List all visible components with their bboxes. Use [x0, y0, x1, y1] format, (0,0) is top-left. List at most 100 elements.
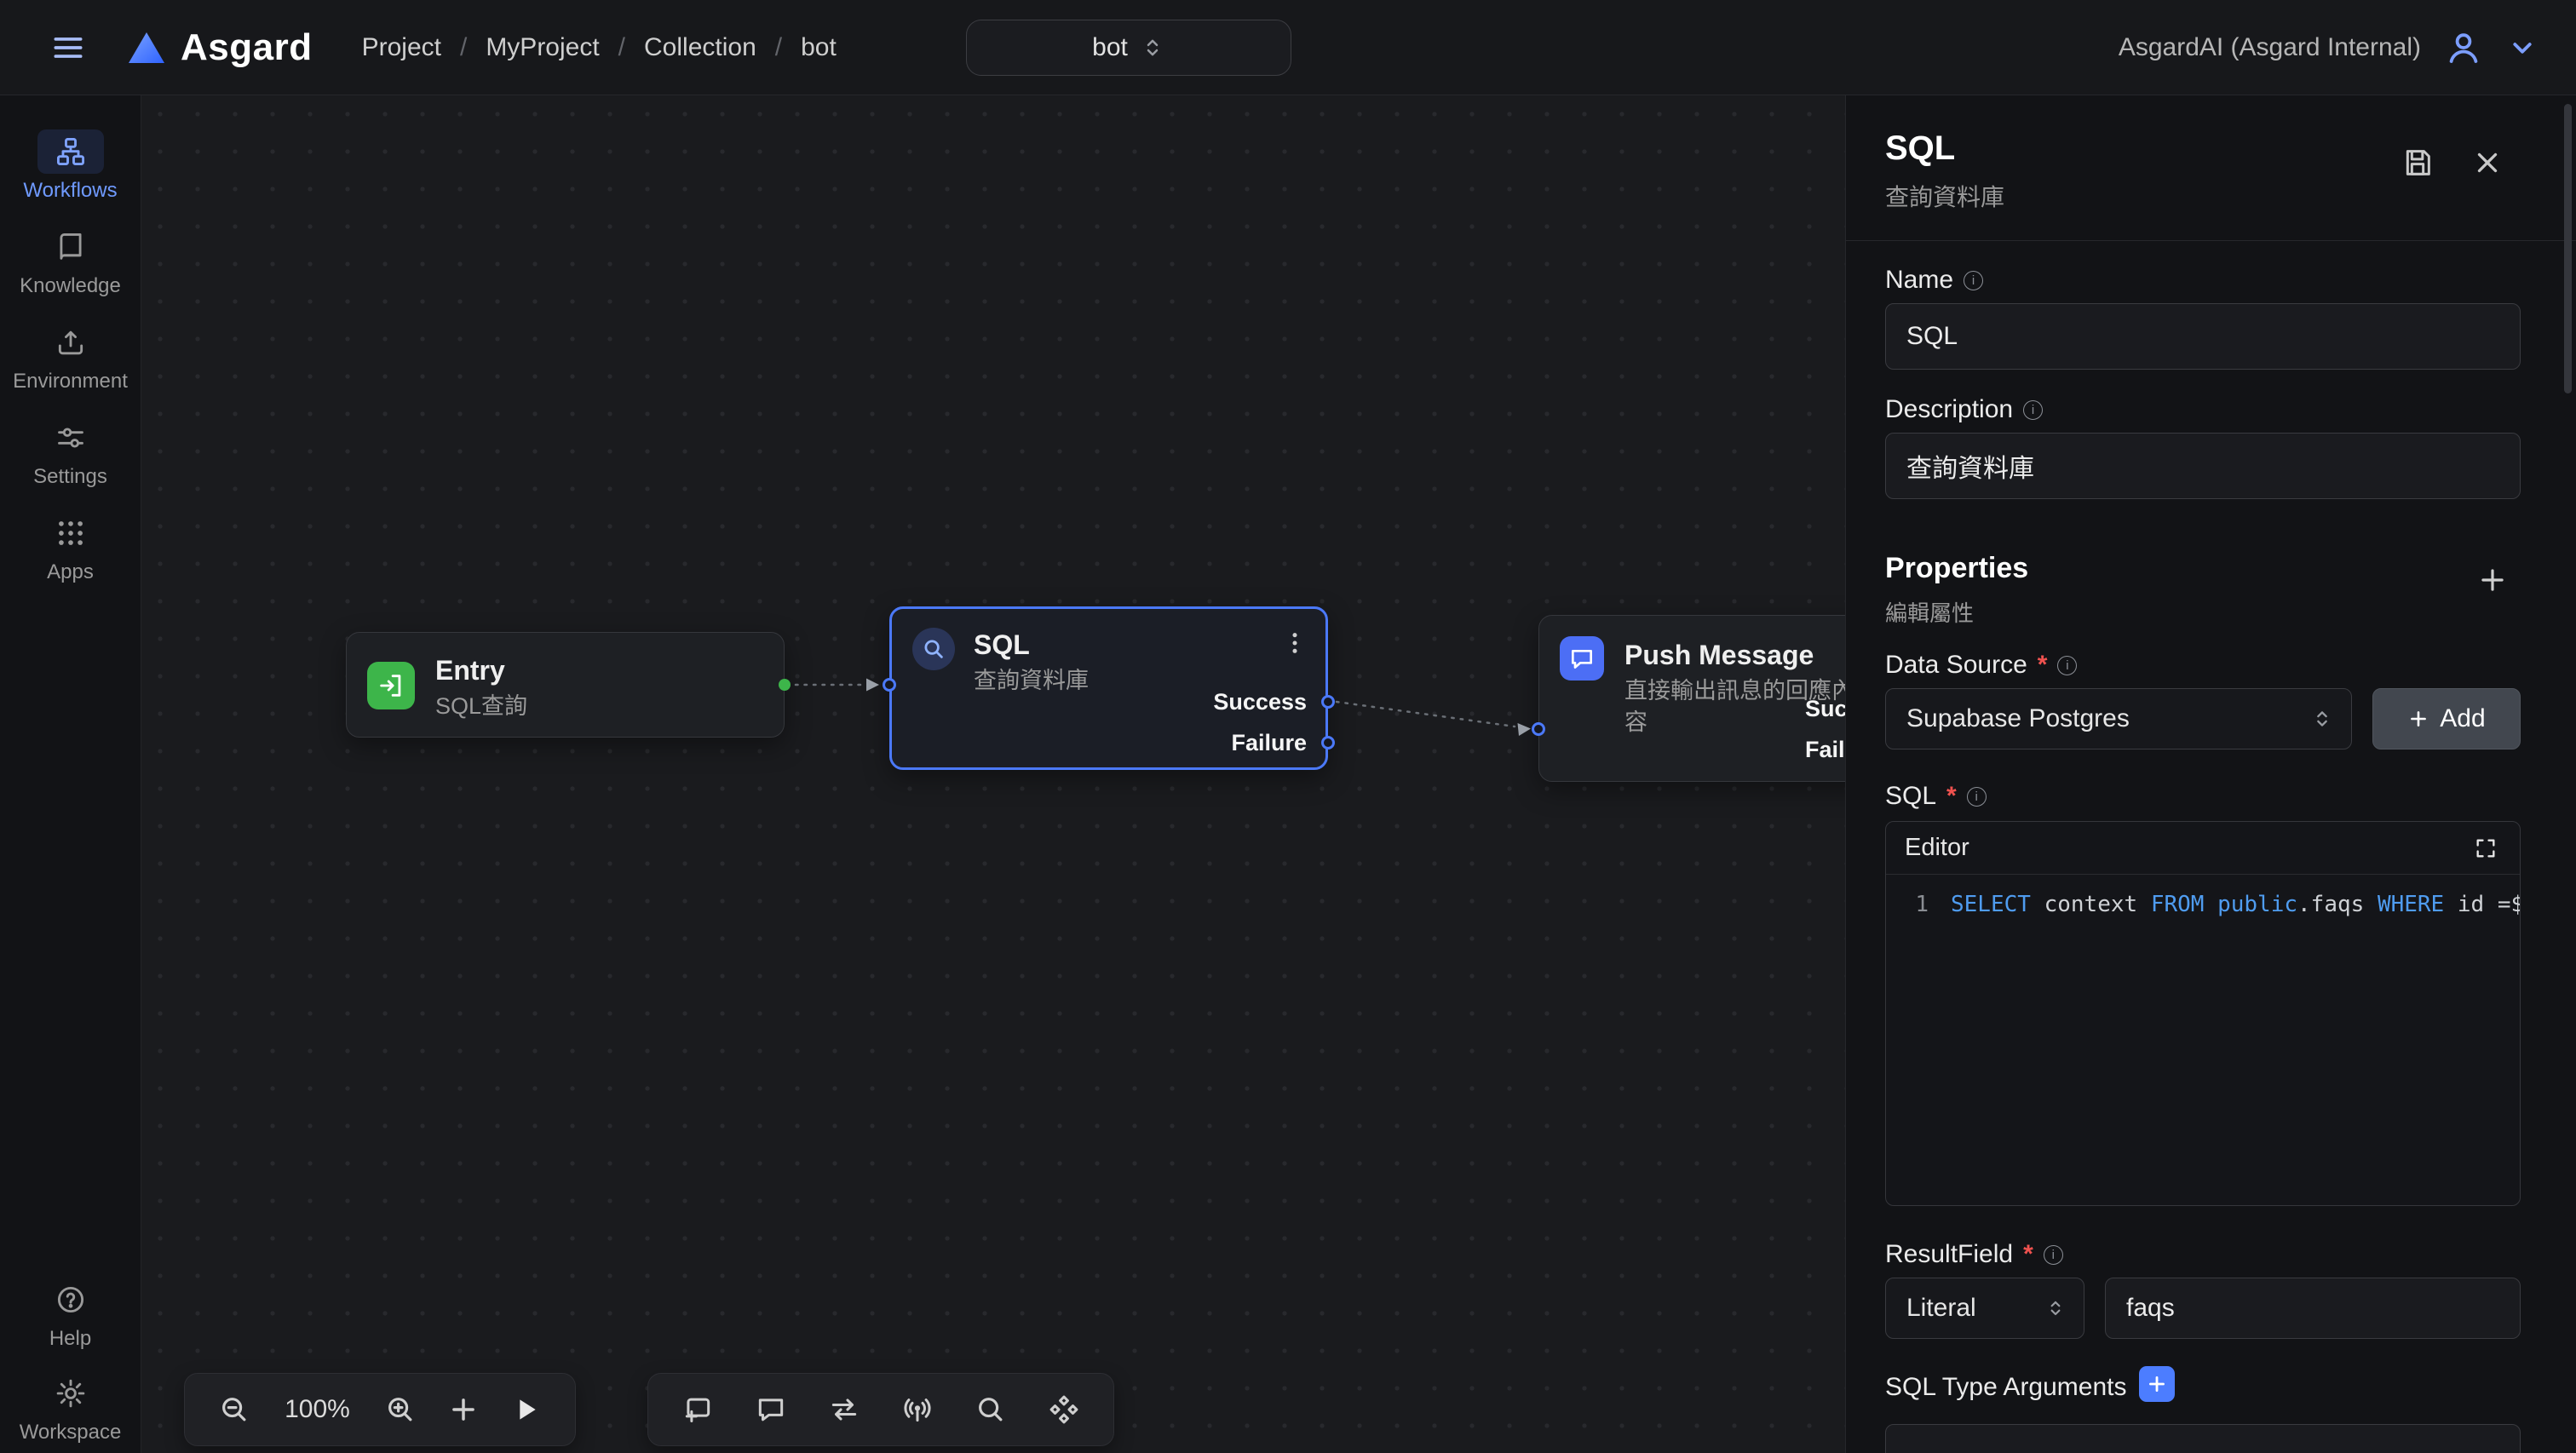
chevron-down-icon[interactable] [2506, 32, 2539, 64]
code-token: SELECT [1951, 892, 2031, 917]
knowledge-icon [37, 225, 104, 269]
sidebar-item-workflows[interactable]: Workflows [3, 129, 138, 203]
run-workflow-button[interactable] [505, 1389, 546, 1430]
node-menu-kebab-icon[interactable] [1279, 626, 1310, 660]
sidebar-item-environment[interactable]: Environment [3, 320, 138, 393]
breadcrumb-myproject[interactable]: MyProject [486, 33, 599, 62]
result-field-type-value: Literal [1906, 1294, 1976, 1323]
line-number: 1 [1886, 887, 1951, 922]
sidebar-item-label: Workflows [23, 179, 117, 203]
save-icon[interactable] [2398, 143, 2437, 182]
node-title: Entry [435, 655, 505, 686]
sidebar-item-settings[interactable]: Settings [3, 416, 138, 489]
settings-sliders-icon [37, 416, 104, 460]
field-label-text: Data Source [1885, 651, 2027, 680]
top-navbar: Asgard Project / MyProject / Collection … [0, 0, 2576, 95]
sidebar-item-workspace[interactable]: Workspace [3, 1371, 138, 1444]
plus-icon [2146, 1373, 2168, 1395]
asgard-logo[interactable]: Asgard [126, 26, 313, 69]
node-title: SQL [974, 629, 1030, 661]
node-entry[interactable]: Entry SQL查詢 [346, 632, 785, 738]
code-token: .faqs [2297, 892, 2378, 917]
zoom-out-button[interactable] [214, 1389, 255, 1430]
field-label-text: SQL [1885, 782, 1936, 811]
code-line-1[interactable]: 1 SELECT context FROM public.faqs WHERE … [1886, 887, 2520, 922]
sidebar-item-apps[interactable]: Apps [3, 511, 138, 584]
node-subtitle: SQL查詢 [435, 691, 527, 722]
swap-direction-button[interactable] [824, 1389, 865, 1430]
result-field-input[interactable] [2105, 1278, 2521, 1339]
sidebar-item-label: Knowledge [20, 274, 121, 298]
properties-section-subtitle: 編輯屬性 [1885, 596, 1974, 628]
output-success-label[interactable]: Success [1805, 696, 1845, 722]
info-icon[interactable] [2057, 656, 2077, 675]
workflow-selector-value: bot [1092, 33, 1128, 62]
panel-subtitle: 查詢資料庫 [1885, 179, 2004, 213]
sidebar-item-label: Help [49, 1327, 91, 1351]
add-node-button[interactable] [677, 1389, 718, 1430]
auto-layout-button[interactable] [1044, 1389, 1084, 1430]
result-field-type-select[interactable]: Literal [1885, 1278, 2084, 1339]
sidebar-item-label: Settings [33, 465, 107, 489]
sql-editor[interactable]: Editor 1 SELECT context FROM public.faqs… [1885, 821, 2521, 1206]
broadcast-button[interactable] [897, 1389, 938, 1430]
add-sql-type-argument-button[interactable] [2139, 1366, 2175, 1402]
sidebar-bottom-group: Help Workspace [3, 1278, 138, 1444]
sidebar-top-group: Workflows Knowledge Environment Settings… [3, 129, 138, 584]
info-icon[interactable] [2044, 1245, 2063, 1265]
close-panel-icon[interactable] [2468, 143, 2507, 182]
node-properties-panel: SQL 查詢資料庫 Name Description Properties 編輯… [1845, 95, 2576, 1453]
code-token: id =$ [2444, 892, 2520, 917]
sidebar-item-help[interactable]: Help [3, 1278, 138, 1351]
sidebar-item-knowledge[interactable]: Knowledge [3, 225, 138, 298]
info-icon[interactable] [2023, 400, 2043, 420]
push-message-node-icon [1560, 636, 1604, 681]
info-icon[interactable] [1967, 787, 1987, 807]
sidebar-item-label: Apps [47, 560, 94, 584]
entry-node-icon [367, 662, 415, 709]
data-source-select[interactable]: Supabase Postgres [1885, 688, 2352, 749]
code-token: public [2217, 892, 2297, 917]
required-asterisk [1946, 782, 1957, 811]
sql-code: SELECT context FROM public.faqs WHERE id… [1951, 887, 2520, 922]
breadcrumb-project[interactable]: Project [362, 33, 441, 62]
user-avatar-icon[interactable] [2443, 27, 2484, 68]
workflow-selector-dropdown[interactable]: bot [966, 20, 1291, 76]
hamburger-menu-icon[interactable] [48, 27, 89, 68]
workflow-canvas[interactable]: Entry SQL查詢 SQL 查詢資料庫 Success Failure Pu… [141, 95, 1845, 1453]
expand-editor-icon[interactable] [2469, 831, 2503, 865]
sort-chevrons-icon [1140, 35, 1165, 60]
output-failure-label[interactable]: Failure [1805, 737, 1845, 763]
field-label-text: Name [1885, 266, 1953, 295]
comment-button[interactable] [750, 1389, 791, 1430]
add-button[interactable] [443, 1389, 484, 1430]
name-field-label: Name [1885, 266, 1983, 295]
output-failure-label[interactable]: Failure [1231, 730, 1307, 756]
sidebar-item-label: Environment [13, 370, 128, 393]
zoom-in-button[interactable] [380, 1389, 421, 1430]
node-push-message[interactable]: Push Message 直接輸出訊息的回應內容 Success Failure [1538, 615, 1845, 782]
breadcrumb-bot[interactable]: bot [801, 33, 837, 62]
node-sql[interactable]: SQL 查詢資料庫 Success Failure [889, 606, 1328, 770]
required-asterisk [2023, 1240, 2033, 1269]
info-icon[interactable] [1964, 271, 1983, 290]
output-success-label[interactable]: Success [1213, 689, 1307, 715]
apps-grid-icon [37, 511, 104, 555]
description-input[interactable] [1885, 433, 2521, 499]
sql-node-icon [912, 628, 955, 670]
breadcrumb-collection[interactable]: Collection [644, 33, 756, 62]
code-token: FROM [2151, 892, 2205, 917]
node-title: Push Message [1624, 640, 1814, 671]
search-button[interactable] [970, 1389, 1011, 1430]
add-property-button[interactable] [2473, 560, 2512, 600]
name-input[interactable] [1885, 303, 2521, 370]
add-data-source-button[interactable]: Add [2372, 688, 2521, 749]
editor-title: Editor [1905, 834, 1969, 862]
sql-type-argument-input[interactable] [1885, 1424, 2521, 1453]
environment-icon [37, 320, 104, 365]
panel-scrollbar[interactable] [2564, 104, 2572, 393]
account-label: AsgardAI (Asgard Internal) [2119, 33, 2421, 62]
result-field-label: ResultField [1885, 1240, 2063, 1269]
plus-icon [2407, 708, 2429, 730]
sort-chevrons-icon [2310, 707, 2334, 731]
